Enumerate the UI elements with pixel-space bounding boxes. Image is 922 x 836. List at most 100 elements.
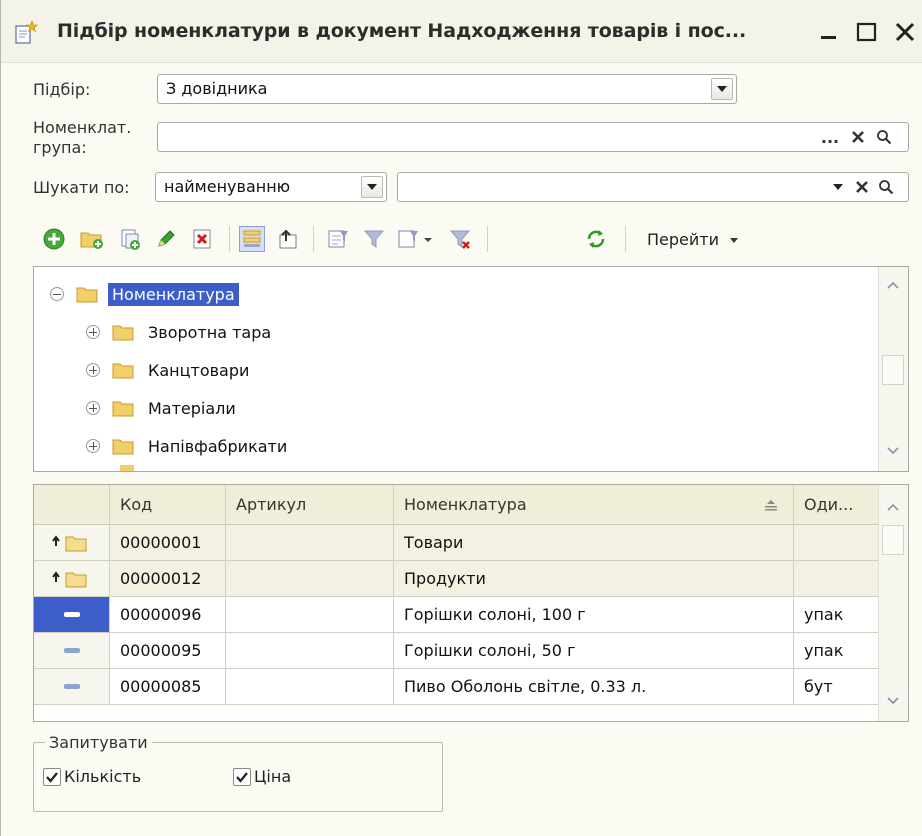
delete-button[interactable]: [189, 226, 215, 252]
cell-unit: упак: [794, 633, 880, 669]
header-unit[interactable]: Оди...: [794, 485, 880, 525]
search-by-dropdown-button[interactable]: [361, 176, 383, 198]
quantity-checkbox[interactable]: [43, 768, 61, 786]
minimize-button[interactable]: [813, 16, 845, 48]
cell-name: Пиво Оболонь світле, 0.33 л.: [394, 669, 794, 705]
group-folder-icon: [52, 571, 87, 588]
cell-code: 00000085: [110, 669, 226, 705]
expand-icon[interactable]: [86, 363, 100, 377]
collapse-icon[interactable]: [50, 287, 64, 301]
table-scrollbar[interactable]: [878, 485, 908, 721]
tree-item[interactable]: Напівфабрикати: [86, 431, 291, 461]
close-button[interactable]: [889, 16, 921, 48]
tree-scrollbar[interactable]: [878, 267, 908, 471]
folder-icon-partial: [120, 465, 134, 471]
folder-icon: [112, 323, 134, 341]
cell-article: [226, 669, 394, 705]
filter-button[interactable]: [361, 226, 387, 252]
pencil-icon: [158, 230, 175, 247]
refresh-button[interactable]: [583, 226, 609, 252]
item-icon: [64, 612, 80, 617]
goto-label: Перейти: [647, 230, 719, 249]
level-up-button[interactable]: [275, 226, 301, 252]
header-code[interactable]: Код: [110, 485, 226, 525]
selection-value: З довідника: [166, 79, 268, 98]
item-icon: [64, 648, 80, 653]
item-icon: [64, 684, 80, 689]
hierarchy-toggle-button[interactable]: [239, 226, 265, 252]
copy-icon: [121, 229, 140, 250]
row-header: [34, 561, 110, 597]
expand-icon[interactable]: [86, 401, 100, 415]
search-history-button[interactable]: [826, 175, 850, 199]
search-by-select[interactable]: найменуванню: [155, 172, 387, 202]
header-name[interactable]: Номенклатура: [394, 485, 794, 525]
quantity-label[interactable]: Кількість: [64, 767, 141, 786]
goto-menu-button[interactable]: Перейти: [647, 230, 739, 249]
tree-item-label: Зворотна тара: [148, 322, 272, 342]
sort-icon: [765, 500, 777, 511]
search-by-value: найменуванню: [164, 177, 291, 196]
title-bar[interactable]: Підбір номенклатури в документ Надходжен…: [1, 0, 922, 63]
search-clear-button[interactable]: [850, 175, 874, 199]
search-button[interactable]: [874, 175, 898, 199]
scroll-up-icon[interactable]: [883, 275, 903, 295]
row-header: [34, 669, 110, 705]
group-input[interactable]: ...: [157, 122, 909, 152]
group-label: Номенклат. група:: [33, 118, 131, 158]
expand-icon[interactable]: [86, 325, 100, 339]
edit-button[interactable]: [153, 226, 179, 252]
selection-select[interactable]: З довідника: [157, 74, 737, 104]
filter-list-icon: [398, 230, 432, 248]
clear-filter-button[interactable]: [447, 226, 473, 252]
delete-icon: [193, 229, 211, 249]
tree-item-root[interactable]: Номенклатура: [50, 279, 239, 309]
group-search-button[interactable]: [872, 125, 896, 149]
tree-item[interactable]: Канцтовари: [86, 355, 253, 385]
header-article[interactable]: Артикул: [226, 485, 394, 525]
cell-unit: [794, 525, 880, 561]
tree-item-label: Напівфабрикати: [148, 436, 288, 456]
dialog-window: Підбір номенклатури в документ Надходжен…: [0, 0, 922, 836]
selection-dropdown-button[interactable]: [711, 78, 733, 100]
folder-icon: [112, 437, 134, 455]
table-scroll-thumb[interactable]: [882, 525, 904, 555]
level-up-icon: [279, 229, 297, 249]
scroll-down-icon[interactable]: [883, 691, 903, 711]
cell-code: 00000012: [110, 561, 226, 597]
price-label[interactable]: Ціна: [254, 767, 291, 786]
maximize-button[interactable]: [851, 16, 883, 48]
cell-name: Горішки солоні, 50 г: [394, 633, 794, 669]
cell-article: [226, 597, 394, 633]
group-label-line2: група:: [33, 138, 87, 157]
filter-dropdown-button[interactable]: [395, 226, 437, 252]
cell-name: Товари: [394, 525, 794, 561]
tree-scroll-thumb[interactable]: [882, 355, 904, 385]
toolbar-separator: [625, 226, 626, 252]
price-checkbox[interactable]: [233, 768, 251, 786]
copy-button[interactable]: [117, 226, 143, 252]
row-header: [34, 597, 110, 633]
clear-filter-icon: [449, 230, 471, 249]
cell-unit: [794, 561, 880, 597]
expand-icon[interactable]: [86, 439, 100, 453]
search-input[interactable]: [397, 172, 909, 202]
tree-item-label: Матеріали: [148, 398, 236, 418]
search-icon: [879, 180, 894, 195]
scroll-up-icon[interactable]: [883, 497, 903, 517]
group-clear-button[interactable]: [846, 125, 870, 149]
cell-code: 00000001: [110, 525, 226, 561]
chevron-down-icon: [367, 184, 377, 190]
nomenclature-tree[interactable]: Номенклатура Зворотна тара Канцтовари Ма…: [33, 266, 909, 472]
add-button[interactable]: [41, 226, 67, 252]
check-icon: [236, 772, 248, 783]
chevron-down-icon: [730, 238, 739, 243]
add-group-button[interactable]: [79, 226, 105, 252]
filter-by-value-button[interactable]: [325, 226, 351, 252]
tree-item[interactable]: Матеріали: [86, 393, 240, 423]
folder-icon: [76, 285, 98, 303]
group-select-button[interactable]: ...: [818, 125, 842, 149]
items-table[interactable]: Код Артикул Номенклатура Оди... 00000001…: [33, 484, 909, 722]
tree-item[interactable]: Зворотна тара: [86, 317, 275, 347]
scroll-down-icon[interactable]: [883, 441, 903, 461]
